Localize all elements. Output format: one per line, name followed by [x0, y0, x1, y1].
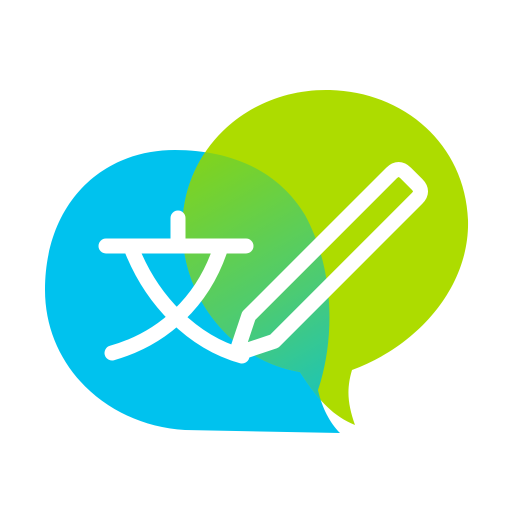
app-icon-canvas — [0, 0, 512, 512]
translate-edit-app-icon — [45, 89, 469, 433]
